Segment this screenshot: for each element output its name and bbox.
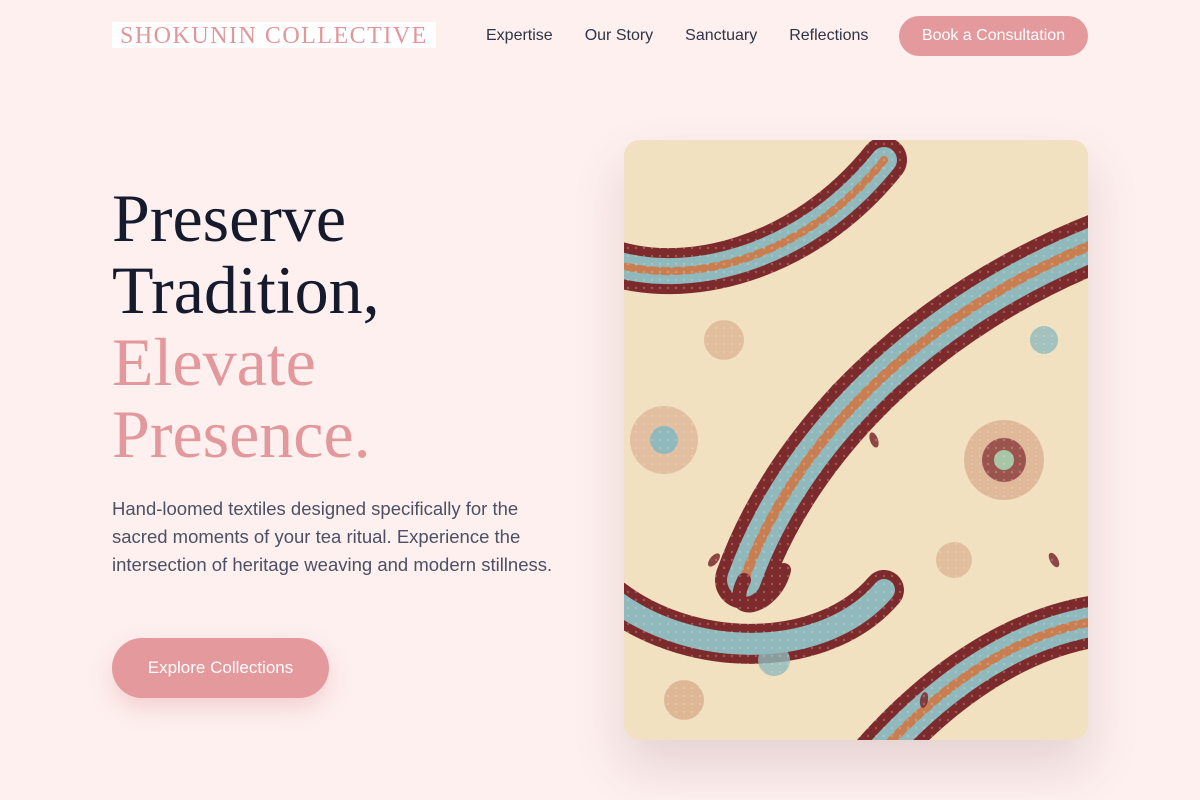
hero-title-line: Tradition, [112,252,380,328]
nav-link-reflections[interactable]: Reflections [789,27,868,45]
nav-link-expertise[interactable]: Expertise [486,27,553,45]
paisley-pattern-graphic [624,140,1088,740]
nav-link-sanctuary[interactable]: Sanctuary [685,27,757,45]
brand-logo[interactable]: SHOKUNIN COLLECTIVE [112,22,436,49]
nav-link-our-story[interactable]: Our Story [585,27,653,45]
hero-description: Hand-loomed textiles designed specifical… [112,498,553,575]
hero-title-line: Preserve [112,180,347,256]
hero-title-accent-line: Presence. [112,396,371,472]
explore-collections-button[interactable]: Explore Collections [112,638,329,698]
main-nav: Expertise Our Story Sanctuary Reflection… [486,16,868,56]
book-consultation-button[interactable]: Book a Consultation [899,16,1088,56]
hero-title-accent-line: Elevate [112,324,316,400]
hero-title: Preserve Tradition, Elevate Presence. [112,182,592,470]
paisley-textile-image [624,140,1088,740]
site-header: SHOKUNIN COLLECTIVE Expertise Our Story … [112,16,1088,56]
